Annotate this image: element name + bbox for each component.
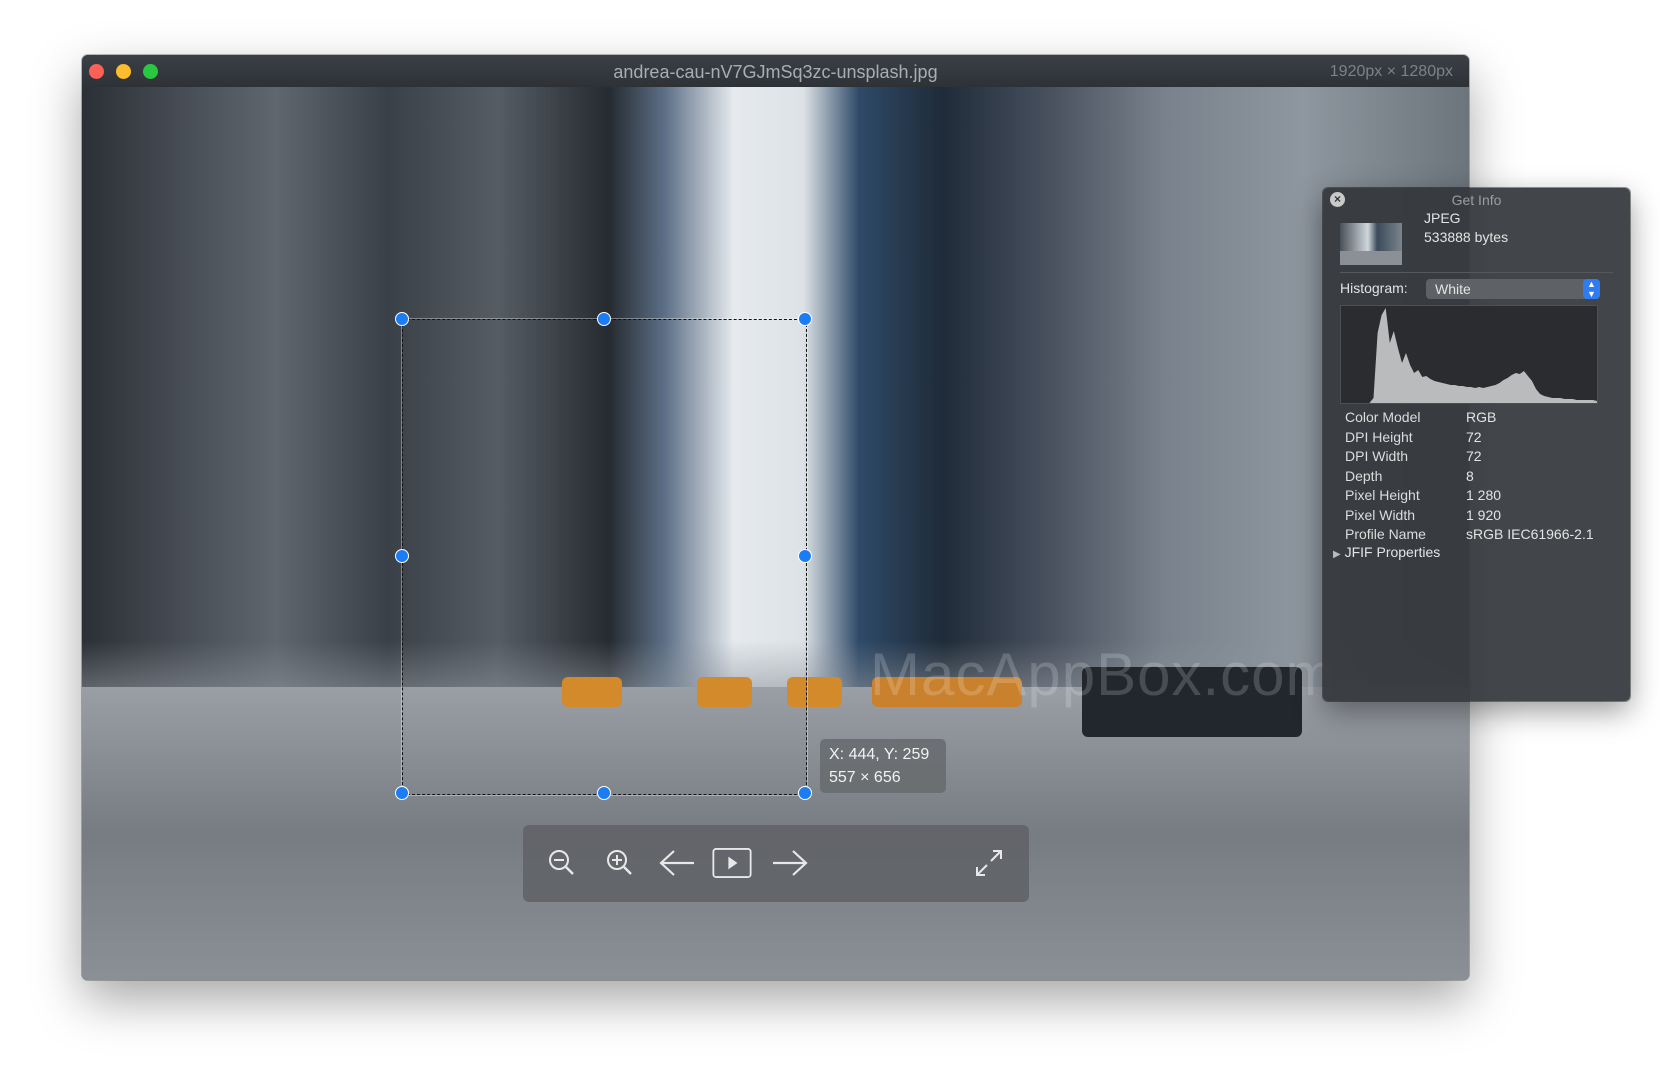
selection-tooltip: X: 444, Y: 259 557 × 656 [820,739,946,793]
selection-handle-top[interactable] [597,312,611,326]
jfif-properties-disclosure[interactable]: ▶ JFIF Properties [1333,544,1440,560]
selection-size: 557 × 656 [829,769,901,786]
selection-rectangle[interactable] [402,319,807,795]
selection-handle-bottom-right[interactable] [798,786,812,800]
property-key: Depth [1345,467,1383,484]
histogram-area [1341,308,1597,403]
selection-position: X: 444, Y: 259 [829,746,930,763]
arrow-left-icon [659,850,694,876]
file-type: JPEG [1424,210,1461,226]
chevron-up-down-icon: ▲ ▼ [1583,279,1600,299]
preview-toolbar [523,825,1029,902]
slideshow-button[interactable] [712,843,752,883]
next-button[interactable] [770,843,810,883]
jfif-label: JFIF Properties [1344,544,1441,560]
property-row: DPI Height 72 [1345,428,1594,448]
image-dimensions: 1920px × 1280px [1329,63,1453,80]
watermark: MacAppBox.com [870,641,1337,708]
property-value: 8 [1466,467,1474,484]
selection-handle-bottom-left[interactable] [395,786,409,800]
selection-handle-left[interactable] [395,549,409,563]
property-row: DPI Width 72 [1345,447,1594,467]
window-title: andrea-cau-nV7GJmSq3zc-unsplash.jpg [613,62,938,82]
histogram-graph [1341,308,1597,403]
property-row: Profile Name sRGB IEC61966-2.1 [1345,525,1594,545]
file-size: 533888 bytes [1424,229,1509,245]
disclosure-triangle-icon: ▶ [1333,549,1341,560]
zoom-out-button[interactable] [542,843,582,883]
fullscreen-button[interactable] [969,843,1009,883]
properties-list: Color Model RGB DPI Height 72 DPI Width 72 Dep… [1345,408,1594,545]
previous-button[interactable] [657,843,697,883]
zoom-out-icon [549,850,574,875]
property-value: 72 [1466,448,1482,464]
property-value: 1 920 [1466,506,1502,523]
property-key: Pixel Width [1345,506,1416,523]
property-row: Pixel Height 1 280 [1345,486,1594,506]
fullscreen-icon [976,850,1002,876]
histogram [1340,305,1598,404]
property-key: DPI Width [1345,448,1409,464]
panel-title: Get Info [1451,192,1502,208]
selection-handle-bottom[interactable] [597,786,611,800]
histogram-channel-value: White [1435,281,1471,297]
histogram-label: Histogram: [1340,280,1408,296]
selection-handle-top-left[interactable] [395,312,409,326]
histogram-channel-select[interactable]: White ▲ ▼ [1426,279,1600,299]
play-icon [712,848,752,878]
property-key: Color Model [1345,409,1421,425]
get-info-panel: × Get Info JPEG 533888 bytes Histogram: … [1323,188,1630,701]
arrow-right-icon [773,850,808,876]
property-value: 1 280 [1466,487,1502,503]
property-key: Pixel Height [1345,487,1420,503]
property-key: DPI Height [1345,428,1413,445]
property-key: Profile Name [1345,526,1426,542]
zoom-in-icon [607,850,632,875]
property-row: Depth 8 [1345,467,1594,487]
divider [1340,272,1613,273]
property-value: RGB [1466,409,1497,425]
selection-handle-right[interactable] [798,549,812,563]
property-row: Pixel Width 1 920 [1345,506,1594,526]
zoom-in-button[interactable] [600,843,640,883]
image-thumbnail [1340,223,1402,265]
property-value: 72 [1466,428,1482,445]
selection-handle-top-right[interactable] [798,312,812,326]
property-row: Color Model RGB [1345,408,1594,428]
property-value: sRGB IEC61966-2.1 [1466,526,1594,542]
title-bar[interactable]: andrea-cau-nV7GJmSq3zc-unsplash.jpg 1920… [82,55,1469,87]
